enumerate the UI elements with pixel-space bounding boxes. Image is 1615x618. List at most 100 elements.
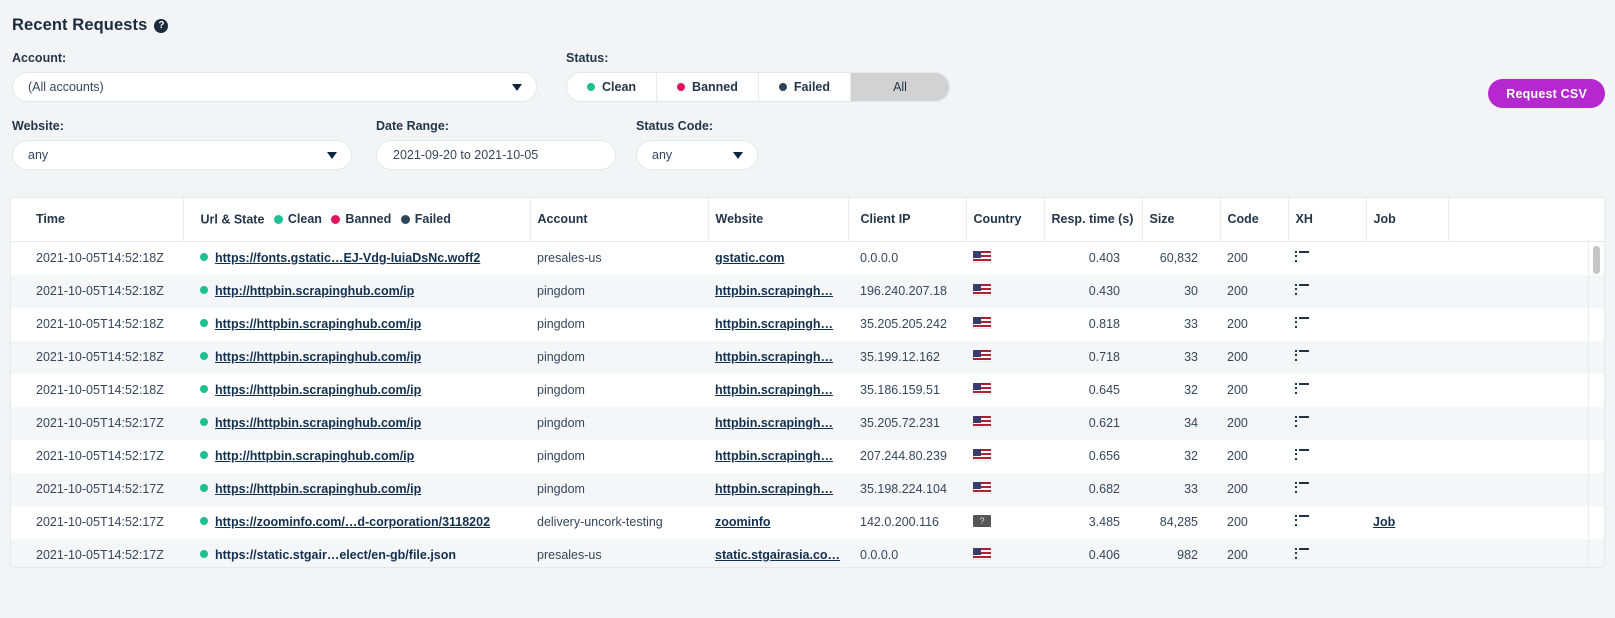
state-dot-icon [200,286,208,294]
cell-job [1366,407,1448,440]
column-header-job[interactable]: Job [1366,198,1449,242]
banned-dot-icon [331,214,341,224]
column-header-code[interactable]: Code [1220,198,1289,242]
column-header-url-state-label: Url & State [200,212,265,227]
request-url-link[interactable]: https://zoominfo.com/…d-corporation/3118… [215,515,490,529]
request-csv-button[interactable]: Request CSV [1488,79,1605,108]
website-select[interactable]: any [12,140,352,170]
website-link[interactable]: httpbin.scrapingh… [715,317,833,331]
website-link[interactable]: zoominfo [715,515,771,529]
request-url-link[interactable]: https://httpbin.scrapinghub.com/ip [215,350,421,364]
list-icon[interactable] [1295,448,1309,460]
list-icon[interactable] [1295,283,1309,295]
state-dot-icon [200,319,208,327]
list-icon[interactable] [1295,349,1309,361]
requests-table-body-scroll[interactable]: 2021-10-05T14:52:18Z https://fonts.gstati… [11,241,1604,567]
table-row[interactable]: 2021-10-05T14:52:18Z https://httpbin.scra… [11,308,1604,341]
status-option-banned[interactable]: Banned [657,73,759,101]
column-header-url-state[interactable]: Url & State Clean Banned Failed [183,198,531,242]
request-url-link[interactable]: https://httpbin.scrapinghub.com/ip [215,482,421,496]
table-row[interactable]: 2021-10-05T14:52:17Z https://static.stgai… [11,538,1604,567]
cell-website: gstatic.com [708,242,848,275]
table-row[interactable]: 2021-10-05T14:52:17Z https://zoominfo.com… [11,506,1604,539]
cell-country [966,440,1044,473]
cell-url-state: https://httpbin.scrapinghub.com/ip [183,341,530,374]
cell-code: 200 [1227,482,1248,496]
cell-website: httpbin.scrapingh… [708,374,848,407]
date-range-value: 2021-09-20 to 2021-10-05 [393,148,539,162]
flag-us-icon [973,416,991,428]
help-circle-icon[interactable]: ? [154,18,169,33]
state-dot-icon [200,550,208,558]
cell-time: 2021-10-05T14:52:17Z [36,548,164,562]
request-url-link[interactable]: https://httpbin.scrapinghub.com/ip [215,383,421,397]
page-title: Recent Requests [12,16,148,34]
list-icon[interactable] [1295,547,1309,559]
column-header-time[interactable]: Time [11,198,184,242]
cell-size: 33 [1184,350,1198,364]
status-code-select-value: any [652,148,673,162]
list-icon[interactable] [1295,250,1309,262]
cell-spacer [1448,308,1604,341]
filter-row-secondary: Website: any Date Range: 2021-09-20 to 2… [12,119,1603,170]
website-link[interactable]: gstatic.com [715,251,784,265]
job-link[interactable]: Job [1373,515,1395,529]
website-link[interactable]: httpbin.scrapingh… [715,482,833,496]
date-range-filter-label: Date Range: [376,119,449,133]
table-row[interactable]: 2021-10-05T14:52:17Z https://httpbin.scra… [11,406,1604,440]
table-row[interactable]: 2021-10-05T14:52:18Z http://httpbin.scrap… [11,274,1604,308]
request-url-link[interactable]: https://httpbin.scrapinghub.com/ip [215,416,421,430]
request-url-link[interactable]: http://httpbin.scrapinghub.com/ip [215,284,414,298]
request-url-link[interactable]: https://static.stgair…elect/en-gb/file.j… [215,548,456,562]
clean-dot-icon [587,83,595,91]
state-dot-icon [200,484,208,492]
website-link[interactable]: httpbin.scrapingh… [715,350,833,364]
column-header-xh[interactable]: XH [1288,198,1367,242]
request-url-link[interactable]: http://httpbin.scrapinghub.com/ip [215,449,414,463]
status-option-clean[interactable]: Clean [567,73,658,101]
website-link[interactable]: static.stgairasia.co… [715,548,840,562]
table-row[interactable]: 2021-10-05T14:52:18Z https://fonts.gstati… [11,242,1604,275]
cell-time: 2021-10-05T14:52:17Z [36,449,164,463]
state-dot-icon [200,385,208,393]
status-code-select[interactable]: any [636,140,758,170]
column-header-website[interactable]: Website [708,198,849,242]
cell-url-state: https://httpbin.scrapinghub.com/ip [183,473,530,506]
date-range-input[interactable]: 2021-09-20 to 2021-10-05 [376,140,616,170]
cell-xh [1288,341,1366,374]
column-header-client-ip[interactable]: Client IP [848,198,967,242]
status-option-all[interactable]: All [851,73,950,101]
cell-url-state: https://httpbin.scrapinghub.com/ip [183,308,530,341]
list-icon[interactable] [1295,481,1309,493]
scrollbar-thumb[interactable] [1593,245,1600,274]
request-url-link[interactable]: https://fonts.gstatic…EJ-Vdg-IuiaDsNc.wo… [215,251,480,265]
website-link[interactable]: httpbin.scrapingh… [715,416,833,430]
requests-table: Time Url & State Clean Banned Failed Acc… [11,198,1604,242]
column-header-country[interactable]: Country [966,198,1045,242]
vertical-scrollbar[interactable] [1593,245,1600,561]
list-icon[interactable] [1295,316,1309,328]
cell-code: 200 [1227,515,1248,529]
cell-website: httpbin.scrapingh… [708,308,848,341]
cell-website: httpbin.scrapingh… [708,407,848,440]
cell-spacer [1448,275,1604,308]
list-icon[interactable] [1295,415,1309,427]
chevron-down-icon [512,83,522,91]
website-link[interactable]: httpbin.scrapingh… [715,284,833,298]
table-row[interactable]: 2021-10-05T14:52:18Z https://httpbin.scra… [11,340,1604,374]
cell-spacer [1448,473,1604,506]
column-header-account[interactable]: Account [530,198,709,242]
website-link[interactable]: httpbin.scrapingh… [715,449,833,463]
column-header-resp-time[interactable]: Resp. time (s) [1044,198,1143,242]
status-code-filter: Status Code: any [636,119,758,170]
request-url-link[interactable]: https://httpbin.scrapinghub.com/ip [215,317,421,331]
list-icon[interactable] [1295,382,1309,394]
table-row[interactable]: 2021-10-05T14:52:17Z http://httpbin.scrap… [11,440,1604,473]
table-row[interactable]: 2021-10-05T14:52:18Z https://httpbin.scra… [11,374,1604,407]
website-link[interactable]: httpbin.scrapingh… [715,383,833,397]
account-select[interactable]: (All accounts) [12,72,537,102]
list-icon[interactable] [1295,514,1309,526]
status-option-failed[interactable]: Failed [759,73,852,101]
table-row[interactable]: 2021-10-05T14:52:17Z https://httpbin.scra… [11,472,1604,506]
column-header-size[interactable]: Size [1142,198,1221,242]
